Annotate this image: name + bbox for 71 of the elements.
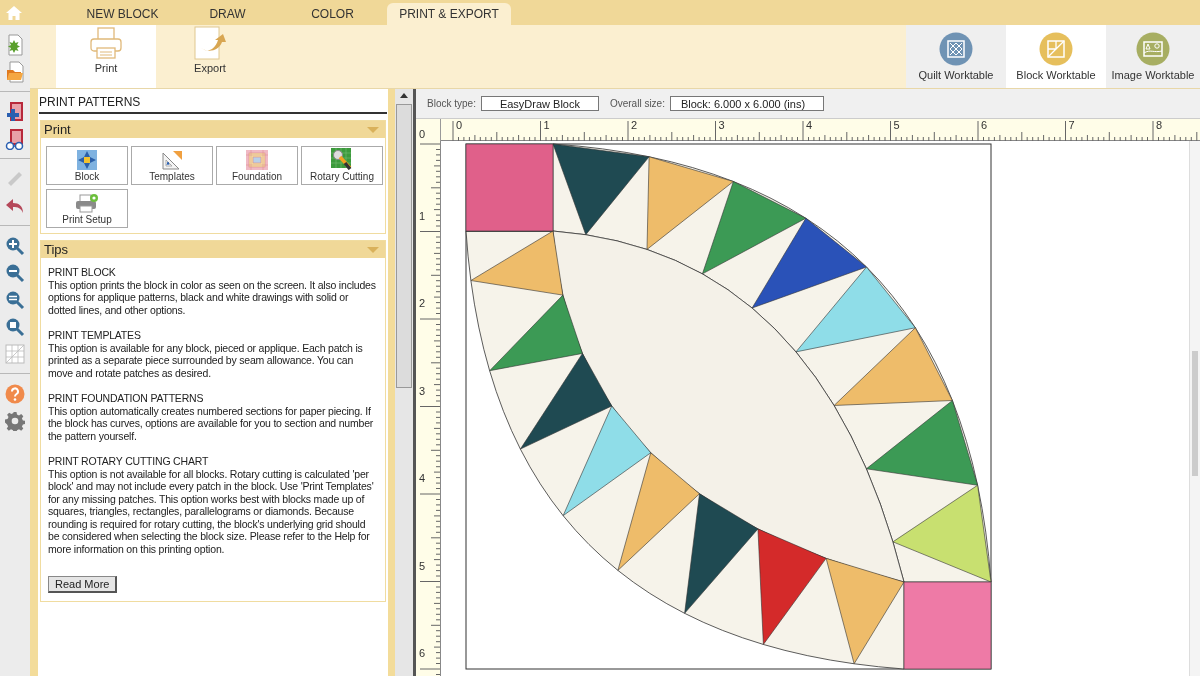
tip-text: This option is not available for all blocks. Rotary cutting is calculated 'per block' and may not include every patch in the block. Use 'Print Templates' for any missing patches. This option works best with blocks made up of squares, triangles, rectangles, parallelograms or diamonds. Because rounding is required for rotary cutting, the block's underlying grid should be considered when selecting the block size. Please refer to the Help for more information on this printing option. xyxy=(48,467,375,556)
ruler-label: 4 xyxy=(419,472,426,484)
block-type-field[interactable]: EasyDraw Block xyxy=(480,96,599,111)
ruler-label: 5 xyxy=(419,559,426,572)
export-icon xyxy=(193,26,227,60)
home-icon xyxy=(5,4,23,21)
tip-text: This option is available for any block, pieced or applique. Each patch is printed as a separate piece surrounded by seam allowance. You can move and rotate patches as desired. xyxy=(48,341,364,380)
ruler-label: 1 xyxy=(543,119,550,131)
tab[interactable]: NEW BLOCK xyxy=(70,3,175,25)
worktable-button[interactable]: Block Worktable xyxy=(1006,25,1106,88)
zoom-out-icon[interactable] xyxy=(5,262,25,283)
overall-size-field[interactable]: Block: 6.000 x 6.000 (ins) xyxy=(669,96,824,111)
section-header[interactable]: Print xyxy=(41,121,385,138)
ruler-label: 0 xyxy=(456,119,463,131)
zoom-selection-icon[interactable] xyxy=(5,316,25,337)
settings-icon[interactable] xyxy=(5,410,25,431)
ruler-label: 3 xyxy=(419,384,426,397)
book-glasses-icon[interactable] xyxy=(5,127,25,150)
ruler-label: 4 xyxy=(806,119,813,131)
ruler-label: 3 xyxy=(718,119,725,131)
tab[interactable]: COLOR xyxy=(280,3,385,25)
tab[interactable]: DRAW xyxy=(175,3,280,25)
help-icon[interactable] xyxy=(5,383,25,404)
section-title: Tips xyxy=(44,242,69,257)
ruler-label: 2 xyxy=(631,119,638,131)
zoom-fit-icon[interactable] xyxy=(5,289,25,310)
triangle-ruler-icon xyxy=(161,150,183,170)
print-option-button[interactable]: Block xyxy=(46,146,128,185)
book-plus-icon[interactable] xyxy=(5,100,25,123)
ruler-label: 8 xyxy=(1156,119,1163,131)
read-more-button[interactable]: Read More xyxy=(48,576,118,594)
tip-heading: PRINT ROTARY CUTTING CHART xyxy=(48,454,210,468)
ruler-label: 6 xyxy=(981,119,988,131)
star-block-icon xyxy=(77,150,97,170)
worktable-button[interactable]: Quilt Worktable xyxy=(906,25,1006,88)
ruler-label: 7 xyxy=(1068,119,1075,131)
section-header[interactable]: Tips xyxy=(41,241,385,258)
print-option-button[interactable]: Templates xyxy=(131,146,213,185)
undo-icon[interactable] xyxy=(5,196,25,215)
rotary-cutter-icon xyxy=(331,148,353,170)
print-option-button[interactable]: Print Setup xyxy=(46,189,128,228)
ruler-label: 1 xyxy=(419,209,426,222)
zoom-in-icon[interactable] xyxy=(5,235,25,256)
folder-icon[interactable] xyxy=(6,60,24,83)
field-label: Block type: xyxy=(427,98,476,109)
print-option-button[interactable]: Foundation xyxy=(216,146,298,185)
scrollbar[interactable] xyxy=(395,89,416,676)
printer-icon xyxy=(89,26,123,60)
ribbon-button[interactable]: Print xyxy=(56,25,156,88)
new-file-icon[interactable] xyxy=(6,33,24,56)
section-title: Print xyxy=(44,122,71,137)
ruler-label: 5 xyxy=(893,119,900,131)
ribbon-button[interactable]: Export xyxy=(160,25,260,88)
tip-text: This option automatically creates numbered sections for paper piecing. If the block has curves, options are available for you to section and number the pattern yourself. xyxy=(48,404,375,443)
printer-gear-icon xyxy=(75,193,99,213)
field-label: Overall size: xyxy=(609,98,665,109)
tip-heading: PRINT BLOCK xyxy=(48,266,117,279)
ruler-label: 2 xyxy=(419,297,426,309)
worktable-button[interactable]: Image Worktable xyxy=(1106,25,1200,88)
tip-heading: PRINT FOUNDATION PATTERNS xyxy=(48,391,205,405)
quilt-icon xyxy=(939,32,973,66)
tab[interactable]: PRINT & EXPORT xyxy=(387,3,511,25)
tip-heading: PRINT TEMPLATES xyxy=(48,328,142,342)
block-icon xyxy=(1039,32,1073,66)
landscape-icon xyxy=(1136,32,1170,66)
panel-title: PRINT PATTERNS xyxy=(39,95,387,114)
print-option-button[interactable]: Rotary Cutting xyxy=(301,146,383,185)
ruler-label: 0 xyxy=(419,128,426,140)
foundation-icon xyxy=(246,150,268,170)
tip-text: This option prints the block in color as seen on the screen. It also includes options for applique patterns, black and white drawings with solid or dotted lines, and other options. xyxy=(48,278,377,317)
ruler-label: 6 xyxy=(419,647,426,659)
